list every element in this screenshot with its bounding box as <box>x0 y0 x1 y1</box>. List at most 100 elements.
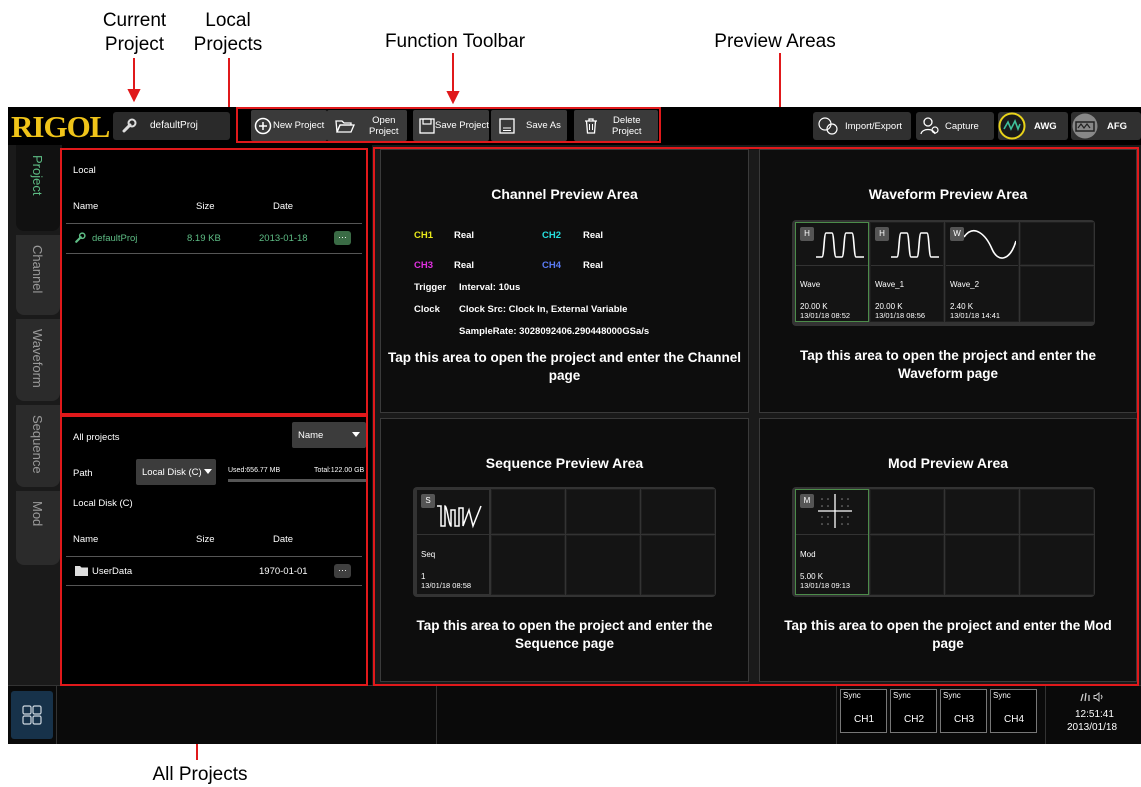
row-more-button[interactable]: ··· <box>334 564 351 578</box>
rigol-logo: RIGOL <box>11 109 110 144</box>
folder-icon <box>75 566 88 576</box>
pulse-wave-icon <box>816 232 864 258</box>
open-project-button[interactable]: Open Project <box>327 110 407 141</box>
cell-divider <box>417 534 489 535</box>
afg-button[interactable]: AFG <box>1071 112 1141 140</box>
mod-cell-empty[interactable] <box>870 535 944 595</box>
current-project-name: defaultProj <box>150 120 198 131</box>
tab-mod-label: Mod <box>30 501 45 527</box>
mod-preview-area[interactable]: Mod Preview Area M Mod 5.00 K 13/01/18 0… <box>759 418 1137 682</box>
waveform-name: Wave <box>800 280 821 289</box>
sequence-cell-empty[interactable] <box>491 535 565 595</box>
delete-project-button[interactable]: Delete Project <box>574 110 658 141</box>
disk-value: Local Disk (C) <box>142 467 202 478</box>
mod-cell[interactable]: M Mod 5.00 K 13/01/18 09:13 <box>795 489 869 595</box>
mod-cell-empty[interactable] <box>1020 489 1094 534</box>
new-project-label: New Project <box>273 120 325 131</box>
tab-project[interactable]: Project <box>16 145 60 231</box>
ch3-label: CH3 <box>414 260 434 271</box>
ch3-value: Real <box>454 260 475 271</box>
sequence-preview-area[interactable]: Sequence Preview Area S Seq 1 13/01/18 0… <box>380 418 749 682</box>
sort-dropdown[interactable]: Name <box>292 422 366 448</box>
waveform-name: Wave_1 <box>875 280 905 289</box>
sequence-cell-empty[interactable] <box>491 489 565 534</box>
sequence-cell-empty[interactable] <box>641 489 715 534</box>
waveform-cell[interactable]: W Wave_2 2.40 K 13/01/18 14:41 <box>945 222 1019 322</box>
save-project-button[interactable]: Save Project <box>413 110 489 141</box>
channel-label: CH1 <box>854 714 875 725</box>
sequence-cell-empty[interactable] <box>566 535 640 595</box>
cell-divider <box>796 265 868 266</box>
save-project-label: Save Project <box>435 120 489 131</box>
sequence-count: 1 <box>421 572 426 581</box>
save-as-button[interactable]: Save As <box>491 110 567 141</box>
waveform-cell-empty[interactable] <box>1020 266 1094 322</box>
waveform-badge: H <box>800 227 814 241</box>
waveform-cell-empty[interactable] <box>1020 222 1094 265</box>
channel-preview-area[interactable]: Channel Preview Area CH1 Real CH2 Real C… <box>380 149 749 413</box>
trigger-label: Trigger <box>414 282 447 293</box>
divider <box>66 223 362 224</box>
mod-cell-empty[interactable] <box>945 535 1019 595</box>
table-row[interactable]: UserData 1970-01-01 ··· <box>66 557 362 586</box>
disk-dropdown[interactable]: Local Disk (C) <box>136 459 216 485</box>
all-projects-title: All projects <box>73 432 120 443</box>
network-icon <box>1080 692 1090 702</box>
sequence-cell[interactable]: S Seq 1 13/01/18 08:58 <box>416 489 490 595</box>
tab-sequence[interactable]: Sequence <box>16 405 60 487</box>
sequence-cell-empty[interactable] <box>566 489 640 534</box>
ch2-value: Real <box>583 230 604 241</box>
capture-button[interactable]: Capture <box>916 112 994 140</box>
waveform-time: 13/01/18 08:56 <box>875 311 926 320</box>
cell-divider <box>796 534 868 535</box>
disk-usage-bar <box>228 479 366 482</box>
all-header-name: Name <box>73 534 99 545</box>
sequence-cell-empty[interactable] <box>641 535 715 595</box>
tab-channel-label: Channel <box>30 245 45 294</box>
capture-icon <box>920 117 939 135</box>
awg-button[interactable]: AWG <box>998 112 1068 140</box>
waveform-cell[interactable]: H Wave_1 20.00 K 13/01/18 08:56 <box>870 222 944 322</box>
channel-preview-footer: Tap this area to open the project and en… <box>387 350 742 383</box>
ch2-label: CH2 <box>542 230 562 241</box>
waveform-grid: H Wave 20.00 K 13/01/18 08:52 H Wave_1 2… <box>792 220 1095 326</box>
waveform-preview-area[interactable]: Waveform Preview Area H Wave 20.00 K 13/… <box>759 149 1137 413</box>
channel-label: CH2 <box>904 714 925 725</box>
channel-3-status[interactable]: Sync CH3 <box>940 689 987 733</box>
row-name: UserData <box>92 566 133 577</box>
channel-2-status[interactable]: Sync CH2 <box>890 689 937 733</box>
new-project-button[interactable]: New Project <box>251 110 327 141</box>
sync-label: Sync <box>893 691 911 700</box>
chevron-down-icon <box>204 469 212 474</box>
status-divider <box>436 686 437 744</box>
ch4-value: Real <box>583 260 604 271</box>
top-bar: RIGOL defaultProj New Project Open Proje… <box>8 107 1141 145</box>
table-row[interactable]: defaultProj 8.19 KB 2013-01-18 ··· <box>66 225 362 254</box>
row-more-button[interactable]: ··· <box>334 231 351 245</box>
wrench-icon <box>75 232 86 243</box>
waveform-cell[interactable]: H Wave 20.00 K 13/01/18 08:52 <box>795 222 869 322</box>
apps-button[interactable] <box>11 691 53 739</box>
row-date: 1970-01-01 <box>259 566 308 577</box>
mod-cell-empty[interactable] <box>1020 535 1094 595</box>
tab-channel[interactable]: Channel <box>16 235 60 315</box>
tab-waveform-label: Waveform <box>30 329 45 388</box>
row-name: defaultProj <box>92 233 138 244</box>
mod-cell-empty[interactable] <box>870 489 944 534</box>
delete-project-label: Delete Project <box>612 114 642 137</box>
local-header-date: Date <box>273 201 294 212</box>
waveform-points: 2.40 K <box>950 302 974 311</box>
tab-mod[interactable]: Mod <box>16 491 60 565</box>
channel-4-status[interactable]: Sync CH4 <box>990 689 1037 733</box>
current-project-chip[interactable]: defaultProj <box>113 112 230 140</box>
tab-waveform[interactable]: Waveform <box>16 319 60 401</box>
trash-icon <box>585 117 597 134</box>
import-export-button[interactable]: Import/Export <box>813 112 911 140</box>
waveform-time: 13/01/18 08:52 <box>800 311 851 320</box>
row-date: 2013-01-18 <box>259 233 308 244</box>
afg-icon <box>1072 113 1098 139</box>
channel-1-status[interactable]: Sync CH1 <box>840 689 887 733</box>
mod-cell-empty[interactable] <box>945 489 1019 534</box>
waveform-badge: W <box>950 227 964 241</box>
pulse-wave-icon <box>891 232 939 258</box>
